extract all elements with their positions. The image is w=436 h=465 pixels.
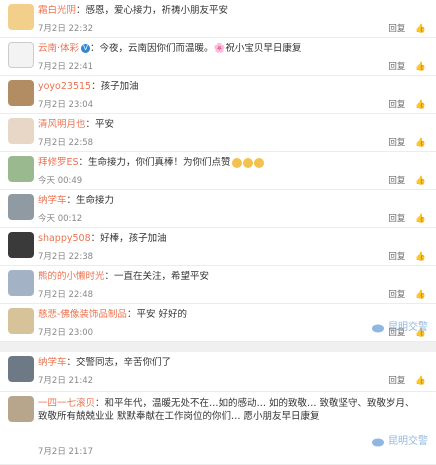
thumbs-up-icon[interactable]: 👍 [415, 138, 426, 148]
comment-item: 拜修罗ES：生命接力，你们真棒！为你们点赞 今天 00:49 回复 👍 [0, 152, 436, 190]
comment-item: 霜白光阴：感恩，爱心接力，祈祷小朋友平安 7月2日 22:32 回复 👍 [0, 0, 436, 38]
comment-feed: 霜白光阴：感恩，爱心接力，祈祷小朋友平安 7月2日 22:32 回复 👍 云南·体… [0, 0, 436, 465]
timestamp: 今天 00:12 [38, 214, 83, 224]
watermark: 昆明交警 [371, 318, 428, 333]
reply-button[interactable]: 回复 [388, 138, 405, 148]
reply-button[interactable]: 回复 [388, 24, 405, 34]
comment-text: ：和平年代，温暖无处不在…如的感动… 如的致敬… 致敬坚守、致敬岁月、致敬所有兢… [38, 398, 415, 422]
thumbs-up-icon[interactable]: 👍 [415, 176, 426, 186]
timestamp: 7月2日 22:48 [38, 290, 94, 300]
commenter-name[interactable]: yoyo23515 [38, 81, 91, 92]
verified-badge-icon: V [81, 44, 91, 53]
comment-item: 熊的的小懒时光：一直在关注，希望平安 7月2日 22:48 回复 👍 [0, 266, 436, 304]
comment-item: 云南·体彩 V ：今夜，云南因你们而温暖。🌸祝小宝贝早日康复 7月2日 22:41 … [0, 38, 436, 76]
thumbs-up-emoji-icon [231, 157, 264, 168]
avatar[interactable] [8, 194, 34, 220]
comment-item: 一四一七滚贝：和平年代，温暖无处不在…如的感动… 如的致敬… 致敬坚守、致敬岁月… [0, 392, 436, 465]
comment-text: ：今夜，云南因你们而温暖。🌸祝小宝贝早日康复 [90, 43, 302, 54]
avatar[interactable] [8, 356, 34, 382]
reply-button[interactable]: 回复 [388, 176, 405, 186]
thumbs-up-icon[interactable]: 👍 [415, 252, 426, 262]
avatar[interactable] [8, 396, 34, 422]
weibo-logo-icon [371, 438, 384, 446]
reply-button[interactable]: 回复 [388, 100, 405, 110]
reply-button[interactable]: 回复 [388, 376, 405, 386]
timestamp: 7月2日 21:17 [38, 447, 94, 457]
comment-text: ：感恩，爱心接力，祈祷小朋友平安 [76, 5, 229, 16]
thumbs-up-icon[interactable]: 👍 [415, 290, 426, 300]
reply-button[interactable]: 回复 [388, 252, 405, 262]
timestamp: 7月2日 22:32 [38, 24, 94, 34]
comment-text: ：平安 [85, 119, 115, 130]
avatar[interactable] [8, 232, 34, 258]
commenter-name[interactable]: 云南·体彩 [38, 43, 79, 54]
thumbs-up-icon[interactable]: 👍 [415, 376, 426, 386]
thumbs-up-icon[interactable]: 👍 [415, 100, 426, 110]
avatar[interactable] [8, 270, 34, 296]
reply-button[interactable]: 回复 [388, 214, 405, 224]
comment-item: 纳学车：生命接力 今天 00:12 回复 👍 [0, 190, 436, 228]
avatar[interactable] [8, 156, 34, 182]
timestamp: 7月2日 22:58 [38, 138, 94, 148]
timestamp: 今天 00:49 [38, 176, 83, 186]
comment-item: 清风明月也：平安 7月2日 22:58 回复 👍 [0, 114, 436, 152]
comment-item: 纳学车：交警同志，辛苦你们了 7月2日 21:42 回复 👍 [0, 352, 436, 392]
comment-text: ：好棒，孩子加油 [90, 233, 167, 244]
reply-button[interactable]: 回复 [388, 290, 405, 300]
comment-item: shappy508：好棒，孩子加油 7月2日 22:38 回复 👍 [0, 228, 436, 266]
avatar[interactable] [8, 4, 34, 30]
timestamp: 7月2日 22:38 [38, 252, 94, 262]
commenter-name[interactable]: 纳学车 [38, 357, 67, 368]
timestamp: 7月2日 23:00 [38, 328, 94, 338]
commenter-name[interactable]: 熊的的小懒时光 [38, 271, 105, 282]
avatar[interactable] [8, 80, 34, 106]
comment-item: yoyo23515：孩子加油 7月2日 23:04 回复 👍 [0, 76, 436, 114]
avatar[interactable] [8, 42, 34, 68]
comment-text: ：平安 好好的 [126, 309, 187, 320]
comment-text: ：孩子加油 [91, 81, 139, 92]
timestamp: 7月2日 23:04 [38, 100, 94, 110]
avatar[interactable] [8, 118, 34, 144]
thumbs-up-icon[interactable]: 👍 [415, 24, 426, 34]
thumbs-up-icon[interactable]: 👍 [415, 214, 426, 224]
comment-text: ：一直在关注，希望平安 [104, 271, 210, 282]
commenter-name[interactable]: 纳学车 [38, 195, 67, 206]
comment-text: ：生命接力 [66, 195, 115, 206]
weibo-logo-icon [371, 324, 384, 332]
avatar[interactable] [8, 308, 34, 334]
commenter-name[interactable]: 慈悲-佛像装饰品制品 [38, 309, 127, 320]
watermark: 昆明交警 [371, 432, 428, 447]
thumbs-up-icon[interactable]: 👍 [415, 62, 426, 72]
comment-text: ：交警同志，辛苦你们了 [66, 357, 172, 368]
section-divider [0, 342, 436, 352]
commenter-name[interactable]: 拜修罗ES [38, 157, 79, 168]
reply-button[interactable]: 回复 [388, 62, 405, 72]
commenter-name[interactable]: shappy508 [38, 233, 91, 244]
commenter-name[interactable]: 清风明月也 [38, 119, 86, 130]
timestamp: 7月2日 22:41 [38, 62, 94, 72]
timestamp: 7月2日 21:42 [38, 376, 94, 386]
comment-text: ：生命接力，你们真棒！为你们点赞 [78, 157, 231, 168]
commenter-name[interactable]: 一四一七滚贝 [38, 398, 95, 409]
commenter-name[interactable]: 霜白光阴 [38, 5, 76, 16]
